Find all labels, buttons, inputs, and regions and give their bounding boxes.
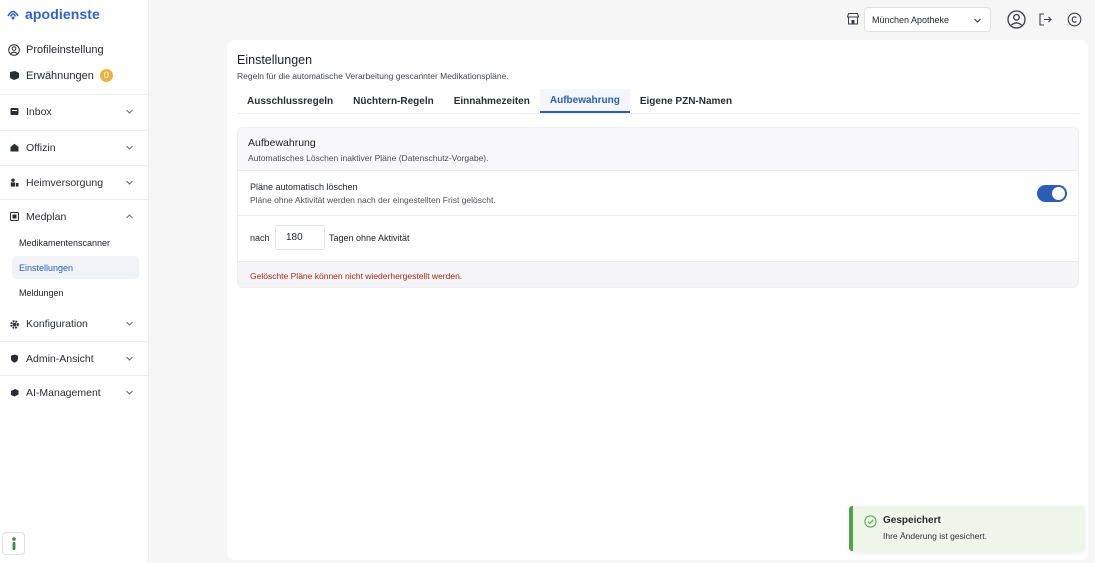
store-icon [846, 13, 860, 25]
days-suffix-label: Tagen ohne Aktivität [329, 233, 410, 243]
auto-delete-toggle[interactable] [1037, 185, 1067, 202]
chevron-up-icon [126, 214, 133, 219]
store-select[interactable]: München Apotheke [864, 7, 991, 32]
page-title: Einstellungen [237, 53, 313, 67]
auto-delete-hint: Pläne ohne Aktivität werden nach der ein… [250, 195, 496, 205]
medplan-icon [9, 212, 19, 222]
profile-settings-label: Profileinstellung [26, 44, 104, 56]
retention-days-input[interactable] [275, 225, 325, 250]
logout-button[interactable] [1035, 9, 1055, 29]
sidebar-subitem-medikamentenscanner[interactable]: Medikamentenscanner [12, 231, 139, 254]
sidebar-item-label: Inbox [26, 105, 52, 118]
brand-name: apodienste [25, 6, 100, 22]
tab-aufbewahrung[interactable]: Aufbewahrung [539, 89, 630, 113]
inbox-icon [9, 107, 19, 117]
tab-eigene-pzn-namen[interactable]: Eigene PZN-Namen [630, 89, 742, 113]
sidebar-item-label: Offizin [26, 141, 56, 154]
sidebar-subitem-einstellungen[interactable]: Einstellungen [12, 256, 139, 279]
settings-card: Einstellungen Regeln für die automatisch… [227, 40, 1088, 560]
brand-logo[interactable]: apodienste [5, 6, 100, 22]
user-circle-icon [8, 44, 20, 56]
sidebar-item-heimversorgung[interactable]: Heimversorgung [0, 165, 149, 199]
sidebar: apodienste Profileinstellung Erwähnungen… [0, 0, 149, 563]
care-home-icon [9, 178, 19, 188]
sidebar-subitem-label: Meldungen [19, 287, 64, 298]
chevron-down-icon [126, 145, 133, 150]
user-circle-icon [1006, 9, 1026, 29]
sidebar-item-offizin[interactable]: Offizin [0, 130, 149, 164]
sidebar-subitem-meldungen[interactable]: Meldungen [12, 281, 139, 304]
sidebar-item-inbox[interactable]: Inbox [0, 94, 149, 128]
auto-delete-label: Pläne automatisch löschen [250, 182, 358, 192]
chevron-down-icon [126, 356, 133, 361]
sidebar-item-label: Heimversorgung [26, 176, 104, 189]
tabs-divider [237, 113, 1079, 114]
retention-title: Aufbewahrung [248, 137, 316, 149]
nach-label: nach [250, 233, 270, 243]
medal-icon [8, 70, 20, 82]
toast-title: Gespeichert [883, 515, 941, 526]
toggle-knob [1052, 187, 1065, 200]
shield-icon [9, 354, 19, 364]
chevron-down-icon [126, 109, 133, 114]
chevron-down-icon [126, 321, 133, 326]
sidebar-subitem-label: Einstellungen [19, 262, 74, 273]
user-menu-button[interactable] [1006, 9, 1026, 29]
sidebar-item-label: AI-Management [26, 386, 101, 399]
chevron-down-icon [126, 180, 133, 185]
page-subtitle: Regeln für die automatische Verarbeitung… [237, 71, 509, 81]
warning-text: Gelöschte Pläne können nicht wiederherge… [250, 271, 463, 281]
sidebar-item-admin-ansicht[interactable]: Admin-Ansicht [0, 341, 149, 375]
chevron-down-icon [126, 390, 133, 395]
help-button[interactable] [2, 532, 25, 555]
retention-subtitle: Automatisches Löschen inaktiver Pläne (D… [248, 153, 489, 163]
gear-icon [9, 319, 19, 329]
sidebar-item-konfiguration[interactable]: Konfiguration [0, 307, 149, 341]
logo-icon [7, 10, 19, 20]
copyright-button[interactable] [1064, 9, 1084, 29]
mentions-link[interactable]: Erwähnungen 0 [8, 69, 113, 82]
warning-row: Gelöschte Pläne können nicht wiederherge… [238, 261, 1078, 287]
sidebar-subitem-label: Medikamentenscanner [19, 237, 111, 248]
check-circle-icon [864, 515, 877, 528]
pharmacy-icon [9, 143, 19, 153]
chevron-down-icon [974, 18, 981, 23]
tab-ausschlussregeln[interactable]: Ausschlussregeln [237, 89, 343, 113]
toast-message: Ihre Änderung ist gesichert. [883, 531, 987, 541]
retention-days-row: nach Tagen ohne Aktivität [238, 217, 1078, 261]
ai-icon [9, 388, 19, 398]
auto-delete-row: Pläne automatisch löschen Pläne ohne Akt… [238, 172, 1078, 216]
sidebar-item-ai-management[interactable]: AI-Management [0, 375, 149, 409]
tab-nuechtern-regeln[interactable]: Nüchtern-Regeln [343, 89, 444, 113]
mentions-label: Erwähnungen [26, 69, 94, 82]
retention-section: Aufbewahrung Automatisches Löschen inakt… [237, 127, 1079, 288]
settings-tabs: Ausschlussregeln Nüchtern-Regeln Einnahm… [237, 89, 742, 113]
store-select-value: München Apotheke [872, 14, 950, 25]
profile-settings-link[interactable]: Profileinstellung [8, 44, 104, 56]
copyright-icon [1067, 12, 1081, 26]
sidebar-item-label: Admin-Ansicht [26, 352, 94, 365]
sidebar-item-label: Konfiguration [26, 318, 88, 330]
saved-toast: Gespeichert Ihre Änderung ist gesichert. [849, 506, 1085, 551]
sidebar-item-label: Medplan [26, 210, 67, 223]
logout-icon [1038, 12, 1052, 26]
retention-header: Aufbewahrung Automatisches Löschen inakt… [238, 128, 1078, 171]
mentions-count-badge: 0 [99, 69, 113, 82]
info-person-icon [11, 536, 16, 550]
tab-einnahmezeiten[interactable]: Einnahmezeiten [444, 89, 540, 113]
sidebar-item-medplan[interactable]: Medplan [0, 199, 149, 233]
